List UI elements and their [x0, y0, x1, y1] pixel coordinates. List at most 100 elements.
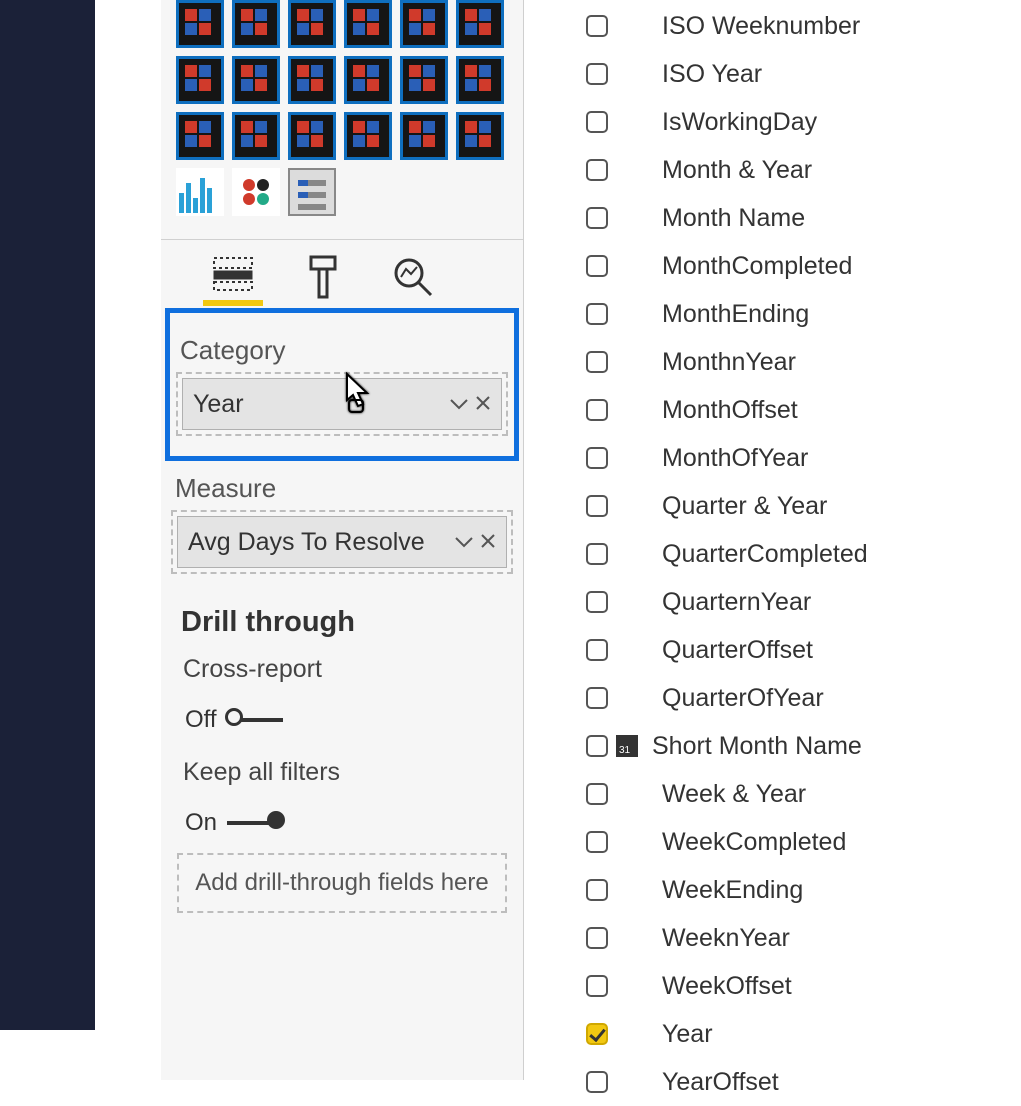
- field-checkbox[interactable]: [586, 63, 608, 85]
- remove-field-icon[interactable]: [475, 391, 491, 417]
- field-checkbox[interactable]: [586, 687, 608, 709]
- field-checkbox[interactable]: [586, 1023, 608, 1045]
- field-checkbox[interactable]: [586, 1071, 608, 1093]
- field-checkbox[interactable]: [586, 111, 608, 133]
- field-row[interactable]: MonthEnding: [586, 290, 1021, 338]
- visualizations-pane: Category Year Measure Avg Days To Resolv…: [161, 0, 524, 1080]
- field-checkbox[interactable]: [586, 783, 608, 805]
- field-row[interactable]: QuarterCompleted: [586, 530, 1021, 578]
- field-name-label: QuarterCompleted: [662, 540, 868, 569]
- viz-tile[interactable]: [456, 112, 504, 160]
- field-row[interactable]: QuarterOfYear: [586, 674, 1021, 722]
- viz-tile-scatter[interactable]: [232, 168, 280, 216]
- drill-through-heading: Drill through: [181, 606, 505, 639]
- field-name-label: MonthOfYear: [662, 444, 808, 473]
- field-checkbox[interactable]: [586, 735, 608, 757]
- field-checkbox[interactable]: [586, 15, 608, 37]
- measure-field-name: Avg Days To Resolve: [188, 528, 425, 557]
- category-field-name: Year: [193, 390, 244, 419]
- field-row[interactable]: Short Month Name: [586, 722, 1021, 770]
- field-row[interactable]: Year: [586, 1010, 1021, 1058]
- viz-tile[interactable]: [400, 0, 448, 48]
- category-dropzone[interactable]: Year: [176, 372, 508, 436]
- field-checkbox[interactable]: [586, 495, 608, 517]
- field-checkbox[interactable]: [586, 303, 608, 325]
- field-checkbox[interactable]: [586, 159, 608, 181]
- field-row[interactable]: MonthCompleted: [586, 242, 1021, 290]
- field-checkbox[interactable]: [586, 399, 608, 421]
- viz-tile[interactable]: [288, 0, 336, 48]
- field-checkbox[interactable]: [586, 255, 608, 277]
- field-row[interactable]: Month & Year: [586, 146, 1021, 194]
- field-checkbox[interactable]: [586, 927, 608, 949]
- field-checkbox[interactable]: [586, 543, 608, 565]
- viz-tile[interactable]: [344, 112, 392, 160]
- fields-tab-icon[interactable]: [203, 248, 263, 306]
- left-dark-sidebar: [0, 0, 95, 1030]
- viz-tile[interactable]: [176, 112, 224, 160]
- field-name-label: MonthOffset: [662, 396, 798, 425]
- field-row[interactable]: WeekCompleted: [586, 818, 1021, 866]
- measure-dropzone[interactable]: Avg Days To Resolve: [171, 510, 513, 574]
- field-row[interactable]: WeeknYear: [586, 914, 1021, 962]
- viz-tile[interactable]: [400, 56, 448, 104]
- remove-field-icon[interactable]: [480, 529, 496, 555]
- field-row[interactable]: ISO Weeknumber: [586, 2, 1021, 50]
- field-checkbox[interactable]: [586, 207, 608, 229]
- field-checkbox[interactable]: [586, 831, 608, 853]
- viz-tile[interactable]: [344, 0, 392, 48]
- hierarchy-icon: [616, 735, 638, 757]
- field-row[interactable]: QuarterOffset: [586, 626, 1021, 674]
- keep-all-filters-toggle[interactable]: On: [185, 809, 513, 837]
- viz-tile[interactable]: [288, 112, 336, 160]
- field-row[interactable]: WeekEnding: [586, 866, 1021, 914]
- viz-tile[interactable]: [288, 56, 336, 104]
- field-row[interactable]: MonthOfYear: [586, 434, 1021, 482]
- field-row[interactable]: MonthOffset: [586, 386, 1021, 434]
- analytics-tab-icon[interactable]: [383, 248, 443, 306]
- field-name-label: Week & Year: [662, 780, 806, 809]
- viz-tile[interactable]: [176, 0, 224, 48]
- field-name-label: Quarter & Year: [662, 492, 827, 521]
- field-row[interactable]: QuarternYear: [586, 578, 1021, 626]
- field-checkbox[interactable]: [586, 591, 608, 613]
- format-tab-icon[interactable]: [293, 248, 353, 306]
- field-name-label: MonthEnding: [662, 300, 809, 329]
- viz-tile[interactable]: [456, 56, 504, 104]
- field-checkbox[interactable]: [586, 447, 608, 469]
- viz-tile[interactable]: [232, 112, 280, 160]
- field-row[interactable]: WeekOffset: [586, 962, 1021, 1010]
- field-row[interactable]: IsWorkingDay: [586, 98, 1021, 146]
- field-row[interactable]: MonthnYear: [586, 338, 1021, 386]
- field-row[interactable]: YearOffset: [586, 1058, 1021, 1106]
- visualization-type-grid: [161, 0, 523, 239]
- field-checkbox[interactable]: [586, 879, 608, 901]
- viz-tile-list[interactable]: [288, 168, 336, 216]
- field-name-label: WeekEnding: [662, 876, 803, 905]
- measure-field-chip[interactable]: Avg Days To Resolve: [177, 516, 507, 568]
- left-white-spacer: [95, 0, 161, 1080]
- field-name-label: WeeknYear: [662, 924, 790, 953]
- chevron-down-icon[interactable]: [449, 391, 469, 417]
- viz-tile[interactable]: [400, 112, 448, 160]
- field-row[interactable]: Quarter & Year: [586, 482, 1021, 530]
- chevron-down-icon[interactable]: [454, 529, 474, 555]
- viz-tile-barchart[interactable]: [176, 168, 224, 216]
- category-field-chip[interactable]: Year: [182, 378, 502, 430]
- cross-report-label: Cross-report: [171, 647, 513, 692]
- field-checkbox[interactable]: [586, 351, 608, 373]
- field-row[interactable]: Month Name: [586, 194, 1021, 242]
- drill-through-dropzone[interactable]: Add drill-through fields here: [177, 853, 507, 913]
- field-checkbox[interactable]: [586, 975, 608, 997]
- cross-report-toggle[interactable]: Off: [185, 706, 513, 734]
- field-row[interactable]: Week & Year: [586, 770, 1021, 818]
- pane-tab-row: [161, 239, 523, 306]
- viz-tile[interactable]: [456, 0, 504, 48]
- viz-tile[interactable]: [176, 56, 224, 104]
- viz-tile[interactable]: [232, 56, 280, 104]
- field-checkbox[interactable]: [586, 639, 608, 661]
- field-row[interactable]: ISO Year: [586, 50, 1021, 98]
- viz-tile[interactable]: [344, 56, 392, 104]
- field-name-label: QuarterOffset: [662, 636, 813, 665]
- viz-tile[interactable]: [232, 0, 280, 48]
